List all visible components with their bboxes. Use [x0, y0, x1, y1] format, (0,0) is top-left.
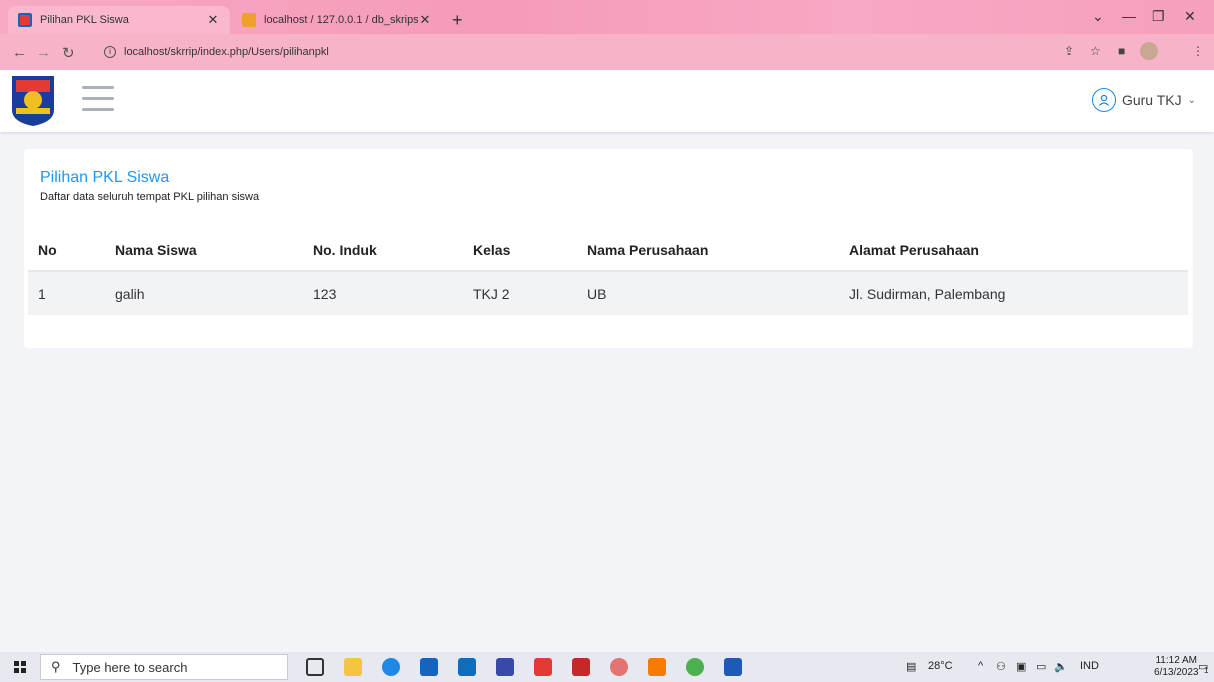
edge-icon[interactable] — [382, 658, 400, 676]
chevron-down-icon: ⌄ — [1187, 94, 1196, 106]
minimize-icon[interactable]: — — [1122, 8, 1136, 24]
weather-text[interactable]: 28°C — [928, 660, 953, 672]
language-indicator[interactable]: IND — [1080, 660, 1099, 672]
notification-count: 1 — [1204, 666, 1209, 675]
forward-icon[interactable]: → — [36, 44, 51, 61]
search-placeholder: Type here to search — [72, 659, 188, 675]
store-icon[interactable] — [420, 658, 438, 676]
volume-icon[interactable]: 🔈 — [1054, 660, 1068, 673]
column-header-alamat-perusahaan: Alamat Perusahaan — [839, 229, 1188, 272]
netflix-icon[interactable] — [572, 658, 590, 676]
windows-start-icon[interactable] — [14, 661, 26, 673]
weather-icon[interactable]: ▤ — [906, 660, 916, 673]
file-explorer-icon[interactable] — [344, 658, 362, 676]
clock-date: 6/13/2023 — [1154, 667, 1199, 678]
browser-tab-bar: Pilihan PKL Siswa ✕ localhost / 127.0.0.… — [0, 0, 1214, 34]
share-icon[interactable]: ⇪ — [1064, 44, 1074, 58]
profile-avatar-icon[interactable] — [1140, 42, 1158, 60]
tab-pilihan-pkl[interactable]: Pilihan PKL Siswa ✕ — [8, 6, 230, 34]
new-tab-icon[interactable]: + — [452, 10, 463, 31]
chrome-icon[interactable] — [686, 658, 704, 676]
taskbar-clock[interactable]: 11:12 AM 6/13/2023 — [1154, 655, 1199, 679]
tab-title: localhost / 127.0.0.1 / db_skripsi — [264, 14, 418, 26]
column-header-no-induk: No. Induk — [303, 229, 463, 272]
restore-icon[interactable]: ❐ — [1152, 8, 1165, 25]
tray-chevron-up-icon[interactable]: ^ — [978, 660, 983, 672]
network-icon[interactable]: ⚇ — [996, 660, 1006, 673]
taskbar-search-input[interactable]: ⚲ Type here to search — [40, 654, 288, 680]
url-text: localhost/skrrip/index.php/Users/pilihan… — [124, 46, 329, 58]
app-header: Guru TKJ ⌄ — [0, 70, 1214, 132]
cell-kelas: TKJ 2 — [463, 271, 577, 315]
clock-time: 11:12 AM — [1155, 655, 1197, 666]
url-field[interactable]: i localhost/skrrip/index.php/Users/pilih… — [104, 40, 1054, 64]
sidepanel-icon[interactable]: ■ — [1118, 44, 1125, 58]
snipping-tool-icon[interactable] — [610, 658, 628, 676]
column-header-nama-siswa: Nama Siswa — [105, 229, 303, 272]
school-logo-icon — [12, 76, 54, 126]
task-view-icon[interactable] — [306, 658, 324, 676]
cell-alamat-perusahaan: Jl. Sudirman, Palembang — [839, 271, 1188, 315]
user-icon — [1091, 88, 1116, 112]
youtube-icon[interactable] — [534, 658, 552, 676]
word-icon[interactable] — [724, 658, 742, 676]
cell-no: 1 — [28, 271, 105, 315]
column-header-nama-perusahaan: Nama Perusahaan — [577, 229, 839, 272]
pkl-table: No Nama Siswa No. Induk Kelas Nama Perus… — [28, 229, 1188, 315]
vscode-like-icon[interactable] — [496, 658, 514, 676]
reload-icon[interactable]: ↻ — [62, 44, 75, 62]
table-row: 1 galih 123 TKJ 2 UB Jl. Sudirman, Palem… — [28, 271, 1188, 315]
cell-no-induk: 123 — [303, 271, 463, 315]
card-title: Pilihan PKL Siswa — [40, 169, 170, 186]
menu-toggle-icon[interactable] — [82, 86, 114, 112]
pkl-card: Pilihan PKL Siswa Daftar data seluruh te… — [24, 149, 1193, 348]
battery-icon[interactable]: ▭ — [1036, 660, 1046, 673]
phpmyadmin-favicon-icon — [242, 13, 256, 27]
column-header-kelas: Kelas — [463, 229, 577, 272]
cell-nama-siswa: galih — [105, 271, 303, 315]
star-icon[interactable]: ☆ — [1090, 44, 1101, 58]
back-icon[interactable]: ← — [12, 44, 27, 61]
xampp-icon[interactable] — [648, 658, 666, 676]
tab-phpmyadmin[interactable]: localhost / 127.0.0.1 / db_skripsi ✕ — [232, 6, 442, 34]
mail-icon[interactable] — [458, 658, 476, 676]
search-icon: ⚲ — [51, 659, 61, 674]
windows-taskbar: ⚲ Type here to search ▤ 28°C ^ ⚇ ▣ ▭ 🔈 I… — [0, 652, 1214, 682]
table-header-row: No Nama Siswa No. Induk Kelas Nama Perus… — [28, 229, 1188, 272]
window-close-icon[interactable]: ✕ — [1184, 8, 1196, 25]
tab-title: Pilihan PKL Siswa — [40, 14, 129, 26]
close-icon[interactable]: ✕ — [206, 12, 220, 28]
school-favicon-icon — [18, 13, 32, 27]
chevron-down-icon[interactable]: ⌄ — [1092, 8, 1104, 25]
user-menu[interactable]: Guru TKJ ⌄ — [1091, 88, 1196, 112]
close-icon[interactable]: ✕ — [418, 12, 432, 28]
column-header-no: No — [28, 229, 105, 272]
display-icon[interactable]: ▣ — [1016, 660, 1026, 673]
user-name: Guru TKJ — [1121, 92, 1182, 108]
cell-nama-perusahaan: UB — [577, 271, 839, 315]
card-subtitle: Daftar data seluruh tempat PKL pilihan s… — [40, 191, 260, 203]
info-icon[interactable]: i — [104, 46, 116, 58]
more-menu-icon[interactable]: ⋮ — [1192, 44, 1204, 58]
